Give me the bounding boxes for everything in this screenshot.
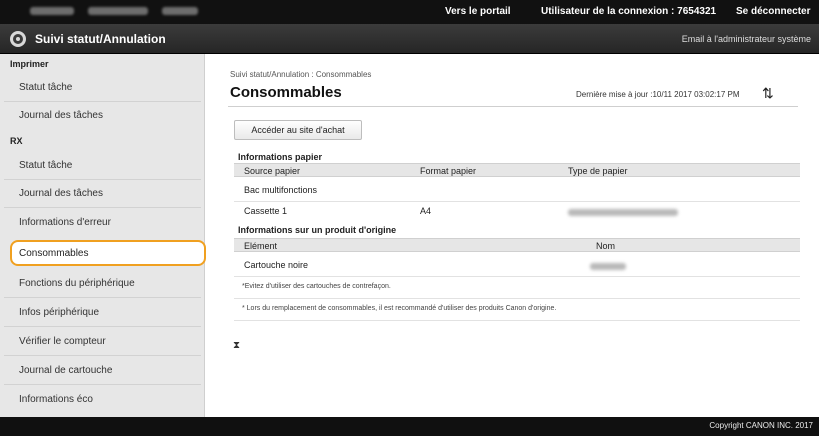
divider (4, 297, 201, 298)
paper-type-redacted (568, 209, 678, 216)
sidebar-item-eco-info[interactable]: Informations éco (19, 394, 93, 405)
sidebar-item-error-info[interactable]: Informations d'erreur (19, 217, 111, 228)
cartridge-name-redacted (590, 263, 626, 270)
table-cell: Cartouche noire (244, 260, 309, 270)
paper-info-heading: Informations papier (238, 152, 323, 162)
back-to-top-icon[interactable]: ⧗ (233, 340, 240, 351)
genuine-info-heading: Informations sur un produit d'origine (238, 225, 397, 235)
app-title: Suivi statut/Annulation (35, 32, 166, 46)
divider (4, 179, 201, 180)
genuine-note: * Lors du remplacement de consommables, … (242, 305, 557, 312)
sidebar-item-rx-job-log[interactable]: Journal des tâches (19, 188, 103, 199)
sidebar-item-print-job-status[interactable]: Statut tâche (19, 82, 72, 93)
divider (4, 326, 201, 327)
divider (4, 101, 201, 102)
logged-in-user: Utilisateur de la connexion : 7654321 (541, 6, 717, 17)
sidebar-item-check-counter[interactable]: Vérifier le compteur (19, 336, 106, 347)
column-header: Type de papier (568, 166, 628, 176)
divider (234, 320, 800, 321)
divider (228, 106, 798, 107)
sidebar: Imprimer Statut tâche Journal des tâches… (0, 54, 206, 417)
table-cell: Cassette 1 (244, 206, 288, 216)
column-header: Format papier (420, 166, 477, 176)
breadcrumb: Suivi statut/Annulation : Consommables (230, 70, 372, 79)
sidebar-section-rx: RX (10, 136, 23, 146)
sidebar-section-print: Imprimer (10, 59, 49, 69)
genuine-table-header: Elément Nom (234, 238, 800, 252)
divider (234, 298, 800, 299)
counterfeit-note: *Evitez d'utiliser des cartouches de con… (242, 283, 391, 290)
sidebar-item-label: Consommables (19, 248, 89, 259)
divider (234, 276, 800, 277)
sidebar-item-device-info[interactable]: Infos périphérique (19, 307, 99, 318)
sidebar-item-device-features[interactable]: Fonctions du périphérique (19, 278, 135, 289)
sidebar-item-rx-job-status[interactable]: Statut tâche (19, 160, 72, 171)
column-header: Elément (244, 241, 278, 251)
logout-link[interactable]: Se déconnecter (736, 6, 810, 17)
column-header: Source papier (244, 166, 301, 176)
sidebar-item-cartridge-log[interactable]: Journal de cartouche (19, 365, 112, 376)
table-cell: A4 (420, 206, 432, 216)
status-monitor-icon (10, 31, 26, 47)
sidebar-item-consumables[interactable]: Consommables (10, 240, 206, 266)
column-header: Nom (596, 241, 616, 251)
divider (234, 201, 800, 202)
title-bar: Suivi statut/Annulation Email à l'admini… (0, 24, 819, 54)
sidebar-item-print-job-log[interactable]: Journal des tâches (19, 110, 103, 121)
portal-link[interactable]: Vers le portail (445, 6, 511, 17)
device-name-redacted (30, 7, 200, 16)
divider (4, 207, 201, 208)
paper-table-header: Source papier Format papier Type de papi… (234, 163, 800, 177)
email-admin-link[interactable]: Email à l'administrateur système (682, 34, 811, 44)
top-bar: Vers le portail Utilisateur de la connex… (0, 0, 819, 24)
footer: Copyright CANON INC. 2017 (0, 417, 819, 436)
divider (4, 384, 201, 385)
refresh-icon[interactable]: ⇅ (762, 86, 774, 100)
divider (4, 355, 201, 356)
main-content: Suivi statut/Annulation : Consommables C… (206, 54, 819, 417)
buy-site-button[interactable]: Accéder au site d'achat (234, 120, 362, 140)
last-updated: Dernière mise à jour :10/11 2017 03:02:1… (576, 90, 740, 99)
table-cell: Bac multifonctions (244, 185, 318, 195)
page-title: Consommables (230, 84, 342, 101)
copyright: Copyright CANON INC. 2017 (709, 421, 813, 430)
